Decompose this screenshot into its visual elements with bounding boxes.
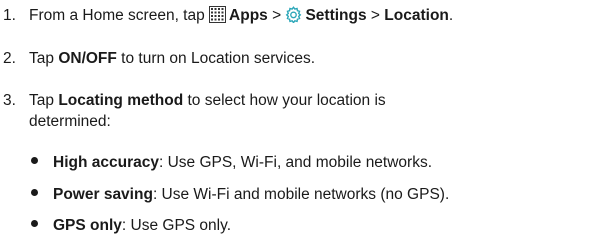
bullet-dot: [31, 157, 38, 164]
step-number: 1.: [3, 7, 16, 24]
locating-method-label: Locating method: [58, 92, 184, 109]
option-description: : Use GPS, Wi-Fi, and mobile networks.: [158, 154, 433, 171]
step-suffix: to turn on Location services.: [116, 50, 316, 67]
step-number: 3.: [3, 92, 16, 109]
separator: >: [267, 7, 286, 24]
settings-gear-icon: [285, 6, 302, 24]
option-power-saving: Power saving: Use Wi-Fi and mobile netwo…: [29, 185, 449, 205]
option-description: : Use GPS only.: [121, 217, 232, 234]
option-description: : Use Wi-Fi and mobile networks (no GPS)…: [152, 186, 450, 203]
on-off-label: ON/OFF: [58, 50, 117, 67]
step-suffix: .: [448, 7, 454, 24]
option-high-accuracy: High accuracy: Use GPS, Wi-Fi, and mobil…: [29, 153, 432, 173]
step-text: From a Home screen, tap: [29, 7, 210, 24]
step-text: Tap: [29, 92, 59, 109]
option-name: High accuracy: [53, 154, 159, 171]
separator: >: [366, 7, 385, 24]
step-3-continuation: determined:: [29, 113, 111, 130]
option-gps-only: GPS only: Use GPS only.: [29, 216, 231, 236]
step-suffix: to select how your location is: [183, 92, 386, 109]
step-1: 1. From a Home screen, tap Apps > Setting…: [0, 6, 453, 26]
step-3: 3. Tap Locating method to select how your…: [0, 91, 386, 111]
step-text: Tap: [29, 50, 59, 67]
apps-grid-icon: [209, 6, 227, 23]
bullet-dot: [31, 189, 38, 196]
bullet-dot: [31, 220, 38, 227]
settings-label: Settings: [305, 7, 367, 24]
step-number: 2.: [3, 50, 16, 67]
apps-label: Apps: [229, 7, 268, 24]
option-name: Power saving: [53, 186, 153, 203]
option-name: GPS only: [53, 217, 122, 234]
instructions-document: 1. From a Home screen, tap Apps > Setting…: [0, 0, 607, 241]
step-2: 2. Tap ON/OFF to turn on Location service…: [0, 49, 315, 69]
location-label: Location: [384, 7, 449, 24]
